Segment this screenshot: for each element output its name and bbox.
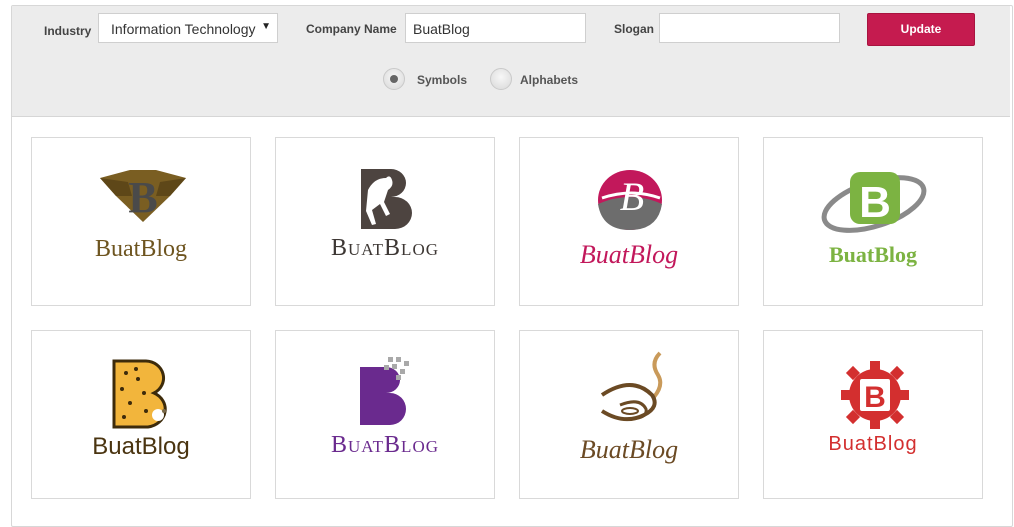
logo-card[interactable]: B BuatBlog: [763, 137, 983, 306]
settings-toolbar: Industry Information Technology ▼ Compan…: [12, 6, 1010, 117]
gear-b-icon: B: [841, 361, 909, 429]
logo-text: BuatBlog: [330, 235, 439, 261]
logo-text: BuatBlog: [579, 240, 679, 269]
logo-card[interactable]: BuatBlog: [275, 330, 495, 499]
update-button[interactable]: Update: [867, 13, 975, 46]
slogan-input[interactable]: [659, 13, 840, 43]
cookie-b-icon: [112, 359, 167, 429]
svg-text:B: B: [859, 178, 891, 227]
company-name-label: Company Name: [306, 22, 397, 36]
logo-card[interactable]: B BuatBlog: [763, 330, 983, 499]
logo-card[interactable]: BuatBlog: [519, 330, 739, 499]
slogan-label: Slogan: [614, 22, 655, 36]
logo-text: BuatBlog: [330, 432, 439, 458]
globe-b-icon: B: [598, 170, 662, 230]
orbit-b-icon: B: [821, 172, 927, 233]
dropdown-arrow-icon: ▼: [257, 21, 271, 32]
logo-text: BuatBlog: [94, 236, 187, 262]
company-name-input[interactable]: BuatBlog: [405, 13, 586, 43]
symbols-label[interactable]: Symbols: [417, 73, 467, 87]
symbols-radio[interactable]: [383, 68, 405, 90]
alphabets-label[interactable]: Alphabets: [520, 73, 578, 87]
logo-text: BuatBlog: [828, 433, 918, 455]
logo-text: BuatBlog: [92, 433, 190, 460]
industry-value: Information Technology: [111, 21, 256, 37]
svg-text:B: B: [620, 174, 644, 219]
logo-card[interactable]: B BuatBlog: [519, 137, 739, 306]
industry-select[interactable]: Information Technology ▼: [98, 13, 278, 43]
diamond-b-icon: B: [100, 170, 186, 222]
coffee-b-icon: [600, 351, 663, 422]
svg-text:B: B: [128, 173, 157, 222]
logo-text: BuatBlog: [828, 242, 918, 267]
radio-selected-dot: [390, 75, 398, 83]
logo-text: BuatBlog: [579, 435, 679, 464]
pixel-b-icon: [360, 357, 409, 425]
logo-card[interactable]: B BuatBlog: [31, 137, 251, 306]
svg-text:B: B: [864, 381, 886, 414]
logo-card[interactable]: BuatBlog: [275, 137, 495, 306]
horse-b-icon: [361, 169, 412, 229]
industry-label: Industry: [44, 24, 92, 38]
logo-card[interactable]: BuatBlog: [31, 330, 251, 499]
alphabets-radio[interactable]: [490, 68, 512, 90]
